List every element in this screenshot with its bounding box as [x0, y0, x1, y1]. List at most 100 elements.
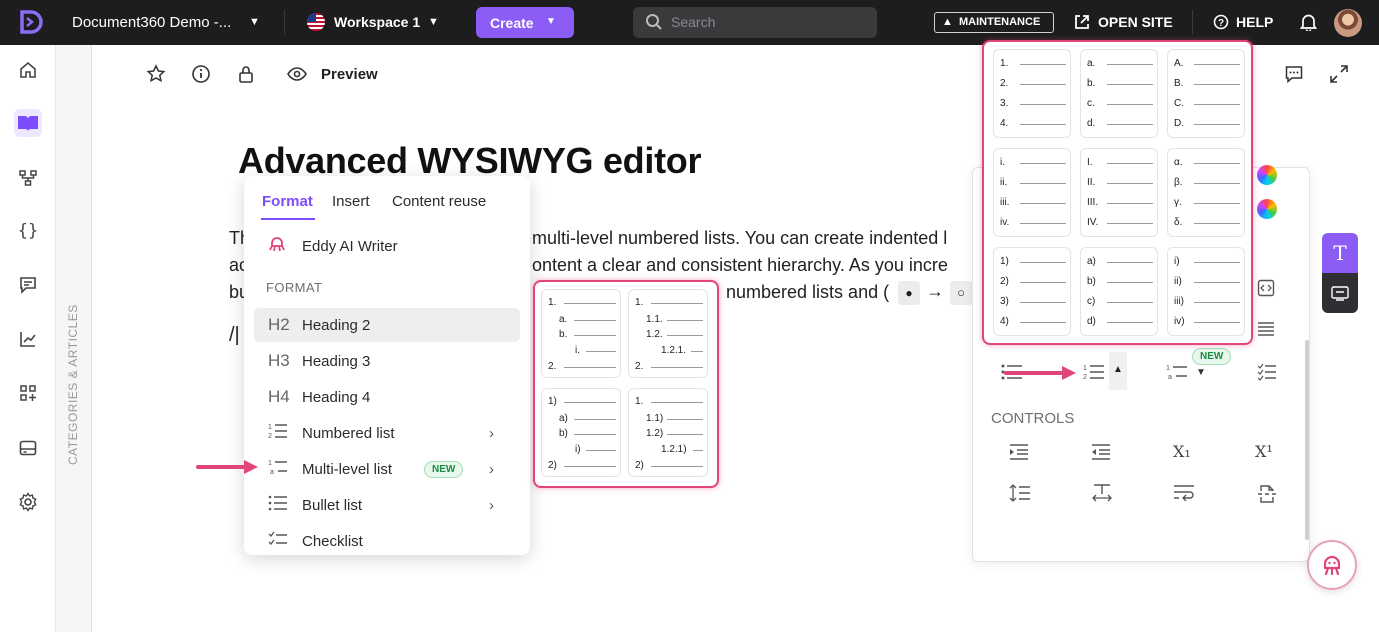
- eddy-ai-writer-item[interactable]: Eddy AI Writer: [254, 229, 520, 263]
- list-line: [1194, 64, 1240, 65]
- panel-scrollbar[interactable]: [1305, 340, 1309, 540]
- bullet-list-item[interactable]: Bullet list ›: [254, 488, 520, 522]
- bell-icon[interactable]: [1299, 13, 1318, 36]
- checklist-item[interactable]: Checklist: [254, 524, 520, 555]
- heading-3-icon: H3: [268, 351, 290, 370]
- analytics-icon[interactable]: [14, 325, 42, 353]
- settings-icon[interactable]: [14, 488, 42, 516]
- numbered-list-style-9[interactable]: i) ii) iii) iv): [1167, 247, 1245, 336]
- multi-level-style-2[interactable]: 1. 1.1. 1.2. 1.2.1. 2.: [628, 289, 708, 378]
- checklist-icon[interactable]: [1257, 363, 1277, 386]
- line-height-icon[interactable]: [1009, 484, 1031, 507]
- list-line: [1194, 203, 1240, 204]
- integrations-icon[interactable]: [14, 379, 42, 407]
- open-site-link[interactable]: OPEN SITE: [1098, 14, 1173, 30]
- chevron-down-icon[interactable]: ▼: [428, 16, 439, 28]
- chevron-down-icon[interactable]: ▼: [249, 16, 260, 28]
- list-line: [1194, 163, 1240, 164]
- numbered-list-dropdown[interactable]: ▲: [1109, 352, 1127, 390]
- eddy-ai-button[interactable]: [1307, 540, 1357, 590]
- home-icon[interactable]: [14, 56, 42, 84]
- drive-icon[interactable]: [14, 434, 42, 462]
- page-break-icon[interactable]: [1257, 484, 1277, 509]
- heading-4-item[interactable]: H4 Heading 4: [254, 380, 520, 414]
- maintenance-button[interactable]: ▲ MAINTENANCE: [934, 12, 1054, 33]
- eye-icon[interactable]: [287, 66, 307, 87]
- numbered-list-style-4[interactable]: i. ii. iii. iv.: [993, 148, 1071, 237]
- superscript-button[interactable]: X¹: [1255, 442, 1273, 461]
- multi-level-list-icon[interactable]: 1a: [1166, 363, 1188, 386]
- heading-3-item[interactable]: H3 Heading 3: [254, 344, 520, 378]
- outdent-icon[interactable]: [1091, 444, 1111, 465]
- tab-format[interactable]: Format: [262, 193, 313, 210]
- workspace-selector[interactable]: Workspace 1: [334, 14, 420, 30]
- list-line: [1020, 104, 1066, 105]
- letter-spacing-icon[interactable]: [1091, 484, 1113, 507]
- list-line: [1020, 262, 1066, 263]
- numbered-list-item[interactable]: 12 Numbered list ›: [254, 416, 520, 450]
- help-icon[interactable]: ?: [1213, 14, 1229, 35]
- body-text[interactable]: multi-level numbered lists. You can crea…: [532, 228, 947, 249]
- multi-level-style-3[interactable]: 1) a) b) i) 2): [541, 388, 621, 477]
- multi-level-list-item[interactable]: 1a Multi-level list NEW ›: [254, 452, 520, 486]
- body-text[interactable]: numbered lists and (: [726, 282, 889, 303]
- list-line: [1020, 124, 1066, 125]
- divider: [284, 10, 285, 35]
- caret-down-icon[interactable]: ▼: [1196, 367, 1206, 378]
- multi-level-style-1[interactable]: 1. a. b. i. 2.: [541, 289, 621, 378]
- preview-button[interactable]: Preview: [321, 66, 378, 83]
- subscript-button[interactable]: X₁: [1173, 442, 1191, 461]
- wysiwyg-mode-button[interactable]: T: [1322, 233, 1358, 273]
- avatar[interactable]: [1334, 9, 1362, 37]
- numbered-list-style-2[interactable]: a. b. c. d.: [1080, 49, 1158, 138]
- code-block-icon[interactable]: [1257, 279, 1275, 302]
- list-marker: 3.: [1000, 98, 1009, 109]
- body-text[interactable]: ontent a clear and consistent hierarchy.…: [532, 255, 948, 276]
- lock-icon[interactable]: [236, 64, 256, 89]
- tab-content-reuse[interactable]: Content reuse: [392, 193, 486, 210]
- multi-level-style-4[interactable]: 1. 1.1) 1.2) 1.2.1) 2): [628, 388, 708, 477]
- category-panel-toggle[interactable]: CATEGORIES & ARTICLES: [56, 45, 92, 632]
- search-box[interactable]: Search: [633, 7, 877, 38]
- documents-icon[interactable]: [14, 109, 42, 137]
- list-marker: α.: [1174, 157, 1183, 168]
- numbered-list-style-8[interactable]: a) b) c) d): [1080, 247, 1158, 336]
- api-icon[interactable]: {}: [14, 217, 42, 245]
- numbered-list-style-7[interactable]: 1) 2) 3) 4): [993, 247, 1071, 336]
- categories-label: CATEGORIES & ARTICLES: [66, 304, 80, 465]
- list-line: [1194, 223, 1240, 224]
- markdown-mode-button[interactable]: [1322, 273, 1358, 313]
- document360-logo[interactable]: [18, 9, 44, 35]
- heading-2-item[interactable]: H2 Heading 2: [254, 308, 520, 342]
- numbered-list-style-6[interactable]: α. β. γ. δ.: [1167, 148, 1245, 237]
- numbered-list-icon[interactable]: 12: [1083, 363, 1105, 386]
- workflow-icon[interactable]: [14, 164, 42, 192]
- list-marker: 2): [635, 460, 644, 471]
- comment-icon[interactable]: [1284, 64, 1304, 89]
- align-justify-icon[interactable]: [1257, 321, 1275, 342]
- tab-insert[interactable]: Insert: [332, 193, 370, 210]
- create-button[interactable]: Create ▼: [476, 7, 574, 38]
- star-icon[interactable]: [146, 64, 166, 89]
- numbered-list-style-5[interactable]: I. II. III. IV.: [1080, 148, 1158, 237]
- new-badge: NEW: [424, 461, 464, 478]
- svg-text:?: ?: [1218, 18, 1224, 29]
- color-wheel-icon[interactable]: [1257, 165, 1277, 185]
- text-wrap-icon[interactable]: [1173, 484, 1195, 507]
- feedback-icon[interactable]: [14, 271, 42, 299]
- expand-icon[interactable]: [1329, 64, 1349, 89]
- info-icon[interactable]: [191, 64, 211, 89]
- help-link[interactable]: HELP: [1236, 14, 1273, 30]
- list-line: [1107, 163, 1153, 164]
- list-marker: C.: [1174, 98, 1184, 109]
- eddy-octopus-icon: [268, 235, 286, 258]
- highlight-color-icon[interactable]: [1257, 199, 1277, 219]
- project-name[interactable]: Document360 Demo -...: [72, 14, 231, 31]
- list-marker: 1.: [548, 297, 557, 308]
- indent-icon[interactable]: [1009, 444, 1029, 465]
- external-link-icon[interactable]: [1074, 14, 1090, 35]
- numbered-list-style-1[interactable]: 1. 2. 3. 4.: [993, 49, 1071, 138]
- list-line: [1107, 64, 1153, 65]
- slash-command[interactable]: /|: [229, 324, 240, 347]
- numbered-list-style-3[interactable]: A. B. C. D.: [1167, 49, 1245, 138]
